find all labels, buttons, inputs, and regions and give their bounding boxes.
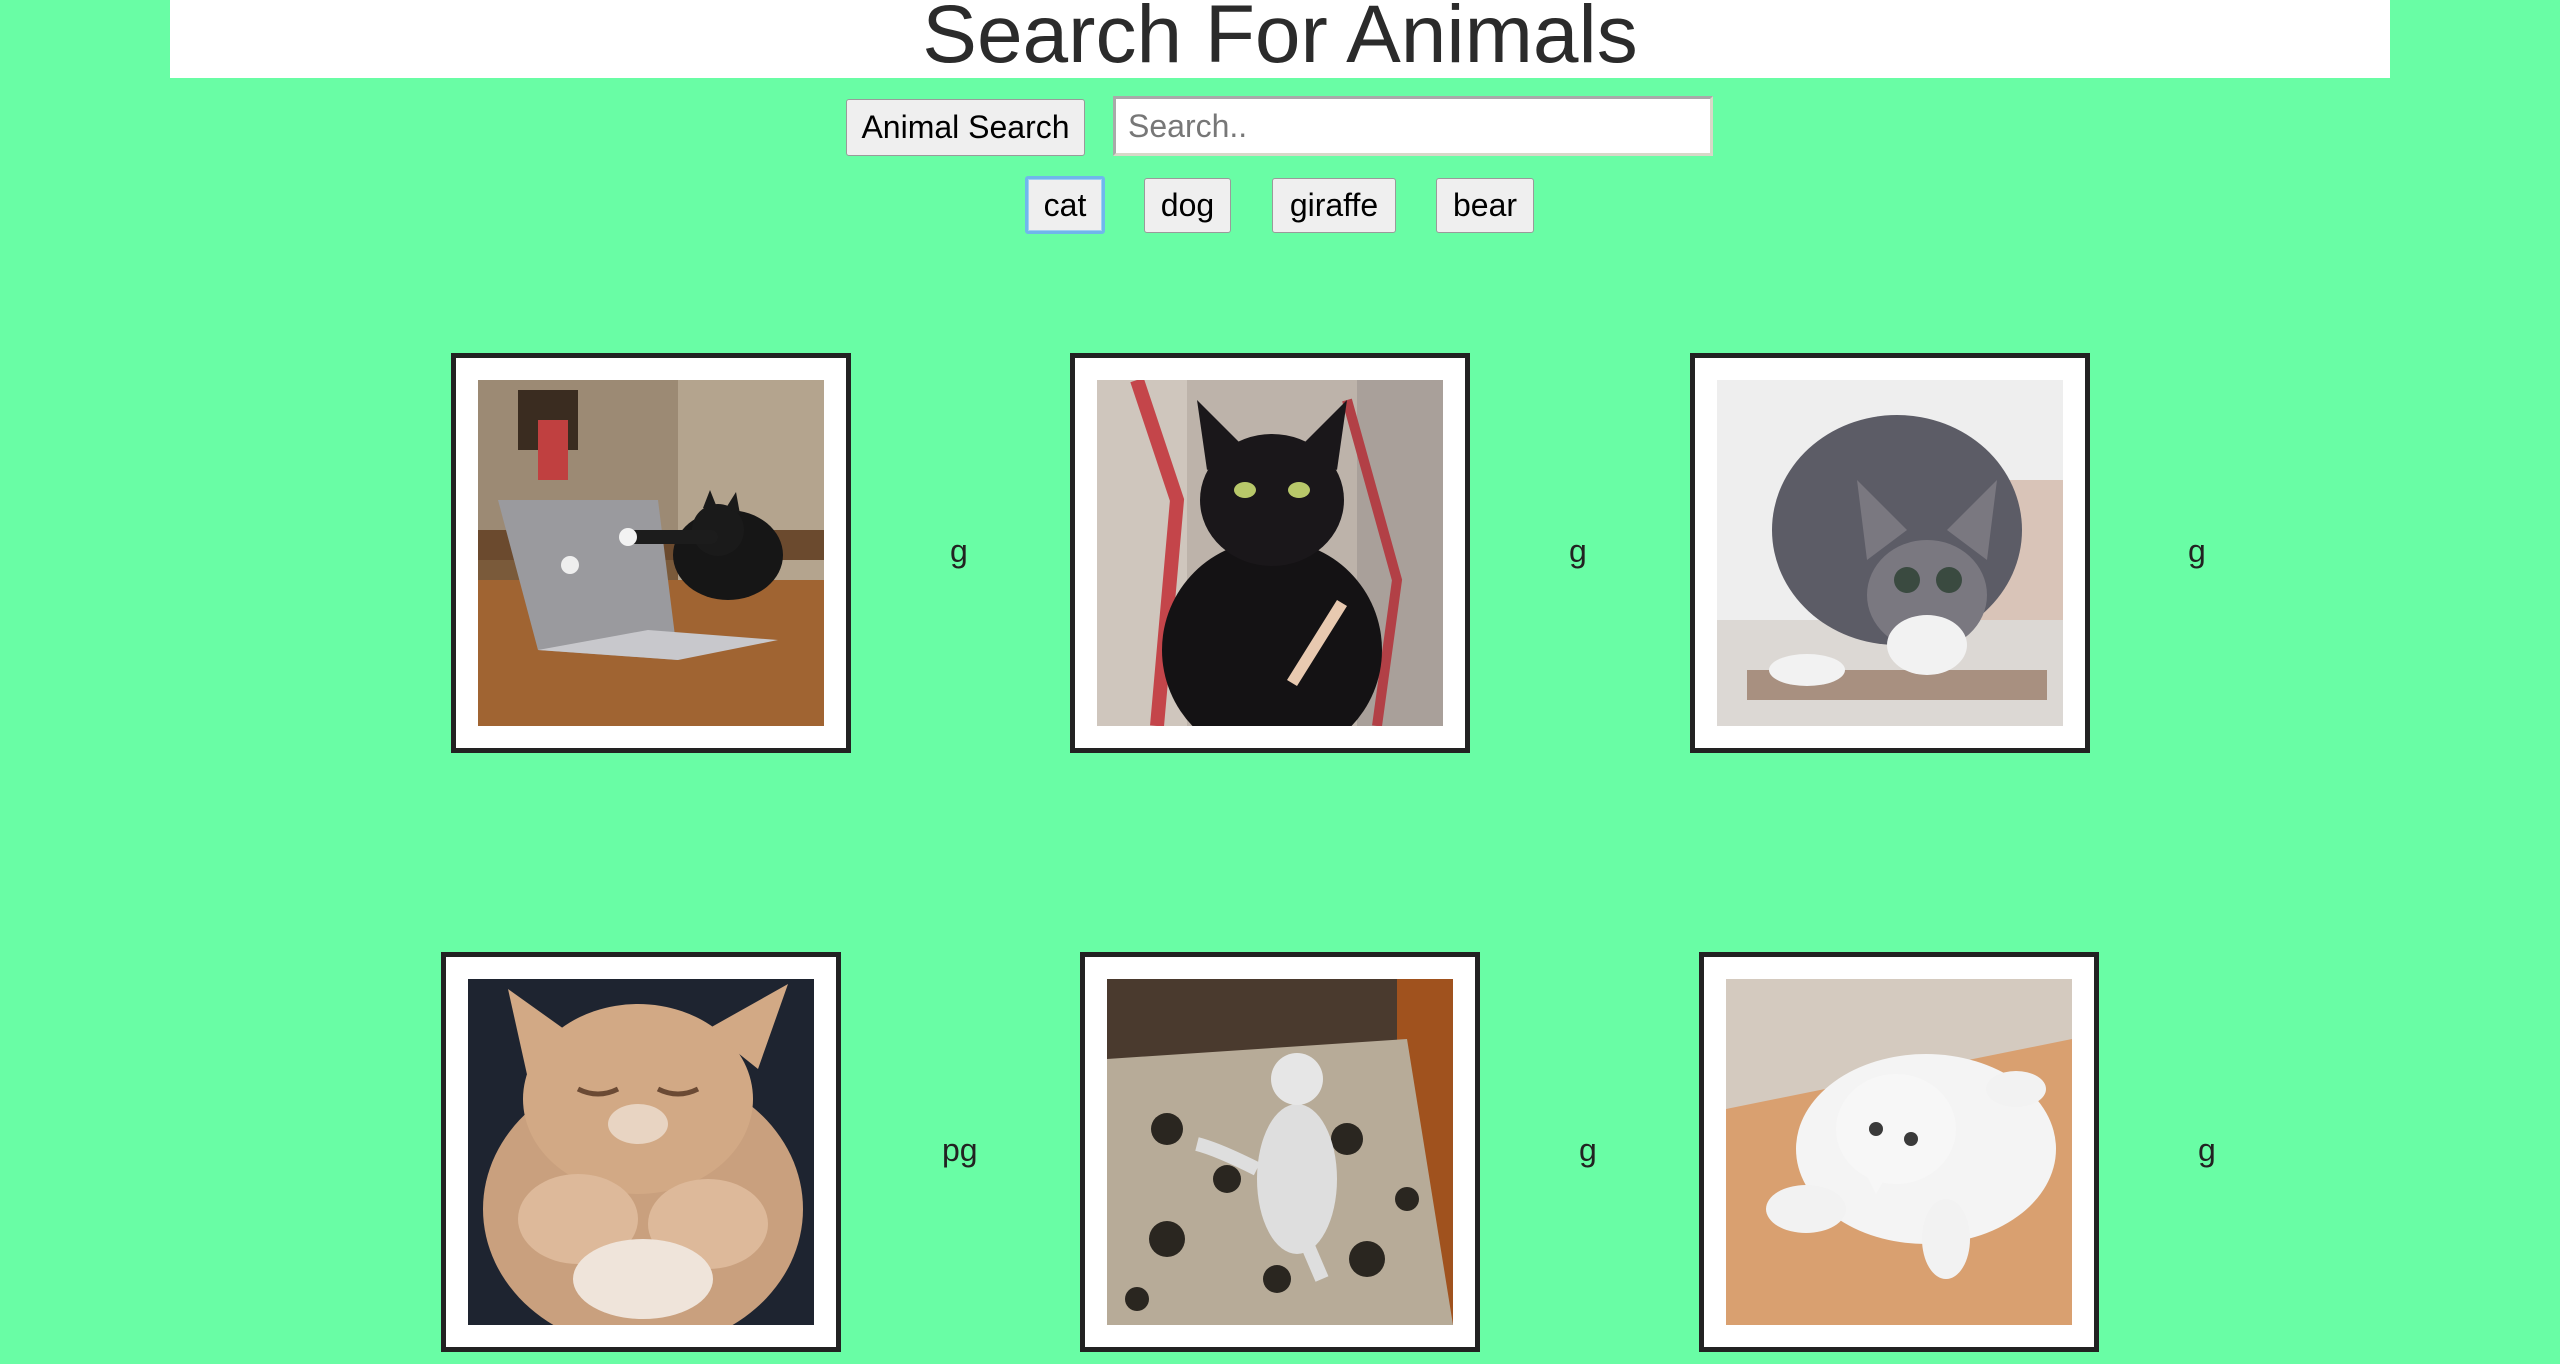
result-card[interactable] bbox=[1070, 353, 1470, 753]
result-card[interactable] bbox=[451, 353, 851, 753]
black-cat-image bbox=[1097, 380, 1443, 726]
result-extension: g bbox=[1569, 533, 1587, 569]
cat-typing-image bbox=[478, 380, 824, 726]
result-card[interactable] bbox=[441, 952, 841, 1352]
result-extension: g bbox=[950, 533, 968, 569]
animal-button-giraffe[interactable]: giraffe bbox=[1272, 178, 1396, 233]
page-title: Search For Animals bbox=[922, 0, 1638, 78]
tabby-cat-image bbox=[1717, 380, 2063, 726]
result-card[interactable] bbox=[1690, 353, 2090, 753]
result-extension: g bbox=[2198, 1132, 2216, 1168]
result-card[interactable] bbox=[1080, 952, 1480, 1352]
header-bar: Search For Animals bbox=[170, 0, 2390, 78]
animal-button-bear[interactable]: bear bbox=[1436, 178, 1534, 233]
white-cat-rug-image bbox=[1107, 979, 1453, 1325]
orange-kitten-image bbox=[468, 979, 814, 1325]
result-card[interactable] bbox=[1699, 952, 2099, 1352]
animal-button-dog[interactable]: dog bbox=[1144, 178, 1231, 233]
search-input[interactable] bbox=[1113, 96, 1713, 156]
result-extension: g bbox=[1579, 1132, 1597, 1168]
result-extension: g bbox=[2188, 533, 2206, 569]
animal-search-button[interactable]: Animal Search bbox=[846, 99, 1085, 156]
animal-button-cat[interactable]: cat bbox=[1025, 176, 1105, 234]
white-cat-lying-image bbox=[1726, 979, 2072, 1325]
result-extension: pg bbox=[942, 1132, 978, 1168]
page: Search For Animals Animal Search cat dog… bbox=[0, 0, 2560, 1364]
